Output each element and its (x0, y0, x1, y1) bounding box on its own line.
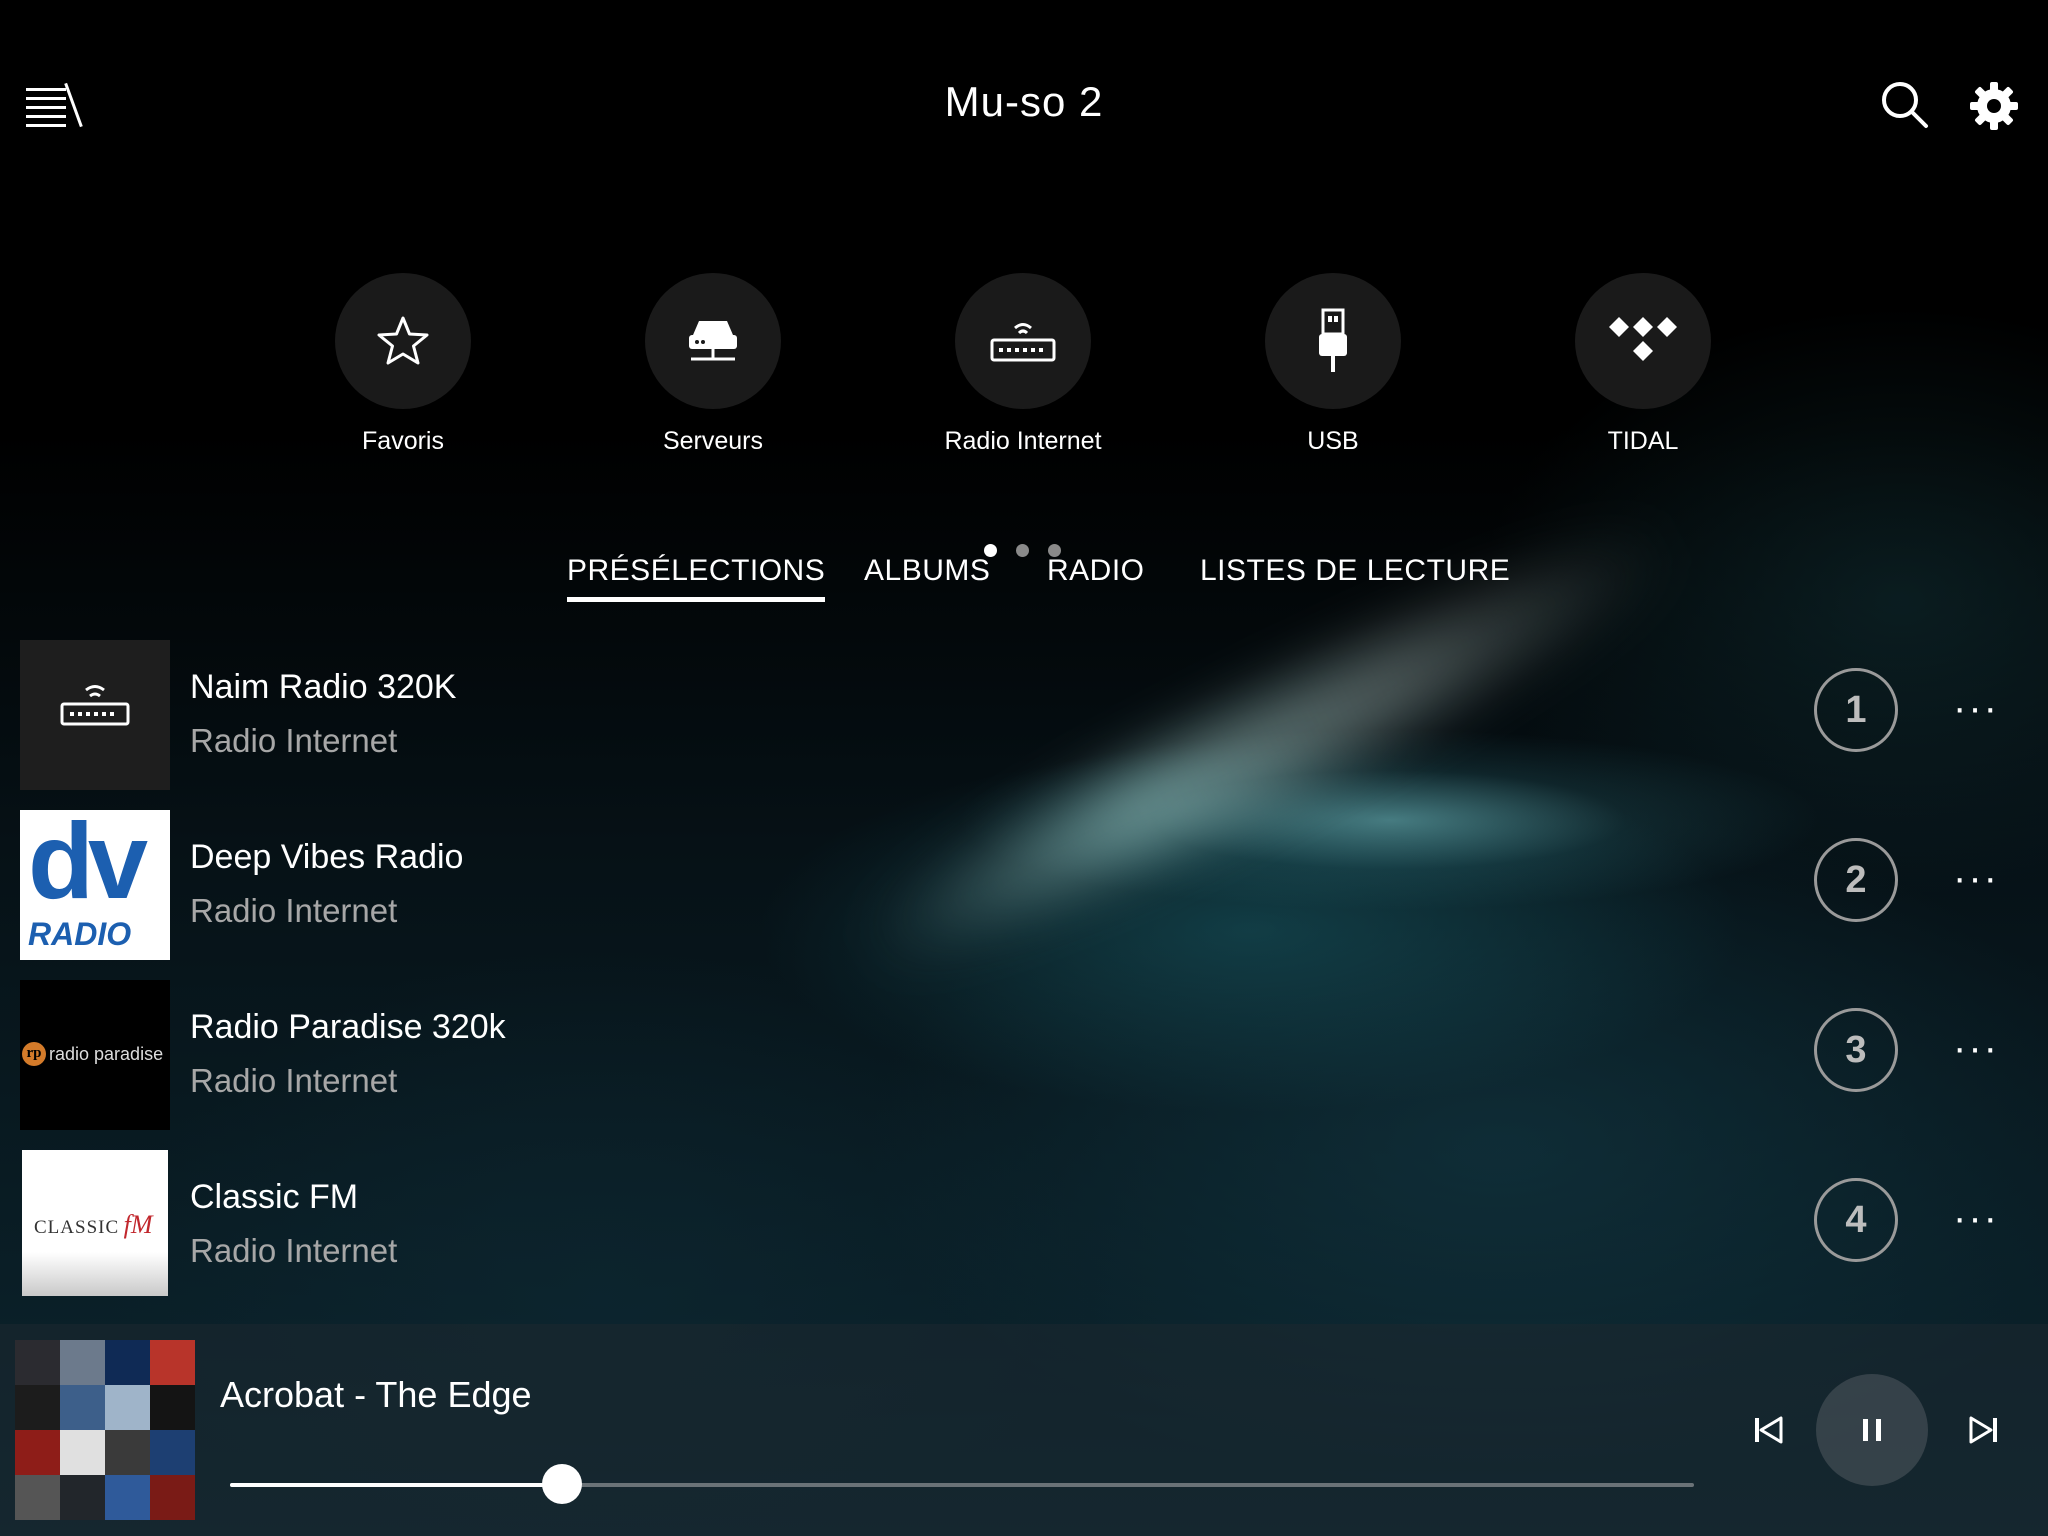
preset-subtitle: Radio Internet (190, 722, 398, 759)
radio-icon (20, 640, 170, 790)
pause-icon (1863, 1419, 1881, 1441)
usb-icon (1265, 273, 1401, 409)
tidal-icon (1575, 273, 1711, 409)
star-icon (335, 273, 471, 409)
list-item[interactable]: rp radio paradise Radio Paradise 320k Ra… (20, 980, 2030, 1130)
page-title: Mu-so 2 (944, 78, 1104, 125)
preset-number-button[interactable]: 3 (1814, 1008, 1898, 1092)
more-options-button[interactable]: ··· (1940, 1188, 2012, 1248)
source-label: USB (1307, 427, 1359, 455)
preset-title: Deep Vibes Radio (190, 838, 464, 876)
list-item[interactable]: dv RADIO Deep Vibes Radio Radio Internet… (20, 810, 2030, 960)
preset-number-button[interactable]: 2 (1814, 838, 1898, 922)
preset-title: Classic FM (190, 1178, 359, 1216)
deep-vibes-logo: dv RADIO (20, 810, 170, 960)
tab-radio[interactable]: RADIO (1047, 554, 1145, 588)
source-label: TIDAL (1607, 427, 1679, 455)
preset-title: Naim Radio 320K (190, 668, 457, 706)
logo-big-text: dv (28, 810, 148, 921)
radio-paradise-logo: rp radio paradise (20, 980, 170, 1130)
now-playing-bar[interactable]: Acrobat - The Edge (0, 1324, 2048, 1536)
more-options-button[interactable]: ··· (1940, 678, 2012, 738)
album-cover (15, 1340, 195, 1520)
search-icon[interactable] (1880, 80, 1930, 130)
pause-button[interactable] (1816, 1374, 1928, 1486)
source-label: Radio Internet (944, 427, 1102, 455)
logo-name: radio paradise (49, 1044, 164, 1064)
source-label: Serveurs (662, 427, 764, 455)
preset-subtitle: Radio Internet (190, 892, 398, 929)
tab-albums[interactable]: ALBUMS (864, 554, 990, 588)
source-serveurs[interactable]: Serveurs (613, 273, 813, 456)
more-options-button[interactable]: ··· (1940, 848, 2012, 908)
preset-number-button[interactable]: 4 (1814, 1178, 1898, 1262)
tab-listes-de-lecture[interactable]: LISTES DE LECTURE (1200, 554, 1510, 588)
progress-handle[interactable] (542, 1464, 583, 1504)
preset-title: Radio Paradise 320k (190, 1008, 506, 1046)
list-item[interactable]: Naim Radio 320K Radio Internet 1 ··· (20, 640, 2030, 790)
classic-fm-logo: CLASSIC fM (22, 1150, 168, 1296)
source-radio-internet[interactable]: Radio Internet (923, 273, 1123, 456)
preset-subtitle: Radio Internet (190, 1232, 398, 1269)
preset-subtitle: Radio Internet (190, 1062, 398, 1099)
preset-number-button[interactable]: 1 (1814, 668, 1898, 752)
source-label: Favoris (362, 427, 444, 455)
list-item[interactable]: CLASSIC fM Classic FM Radio Internet 4 ·… (20, 1150, 2030, 1300)
logo-text-a: CLASSIC (34, 1217, 120, 1238)
source-tidal[interactable]: TIDAL (1543, 273, 1743, 456)
logo-small-text: RADIO (28, 916, 132, 952)
radio-icon (955, 273, 1091, 409)
source-usb[interactable]: USB (1233, 273, 1433, 456)
logo-wordmark: CLASSIC fM (34, 1210, 152, 1240)
progress-fill (230, 1483, 563, 1487)
track-title: Acrobat - The Edge (220, 1374, 532, 1415)
page-dot (1016, 544, 1029, 557)
next-icon[interactable] (1966, 1412, 2002, 1448)
logo-mark: rp (22, 1042, 46, 1066)
more-options-button[interactable]: ··· (1940, 1018, 2012, 1078)
tab-preselections[interactable]: PRÉSÉLECTIONS (567, 554, 826, 602)
source-favoris[interactable]: Favoris (303, 273, 503, 456)
progress-slider[interactable] (230, 1464, 1694, 1504)
server-icon (645, 273, 781, 409)
logo-text-b: fM (123, 1210, 153, 1239)
previous-icon[interactable] (1750, 1412, 1786, 1448)
gear-icon[interactable] (1968, 80, 2020, 132)
